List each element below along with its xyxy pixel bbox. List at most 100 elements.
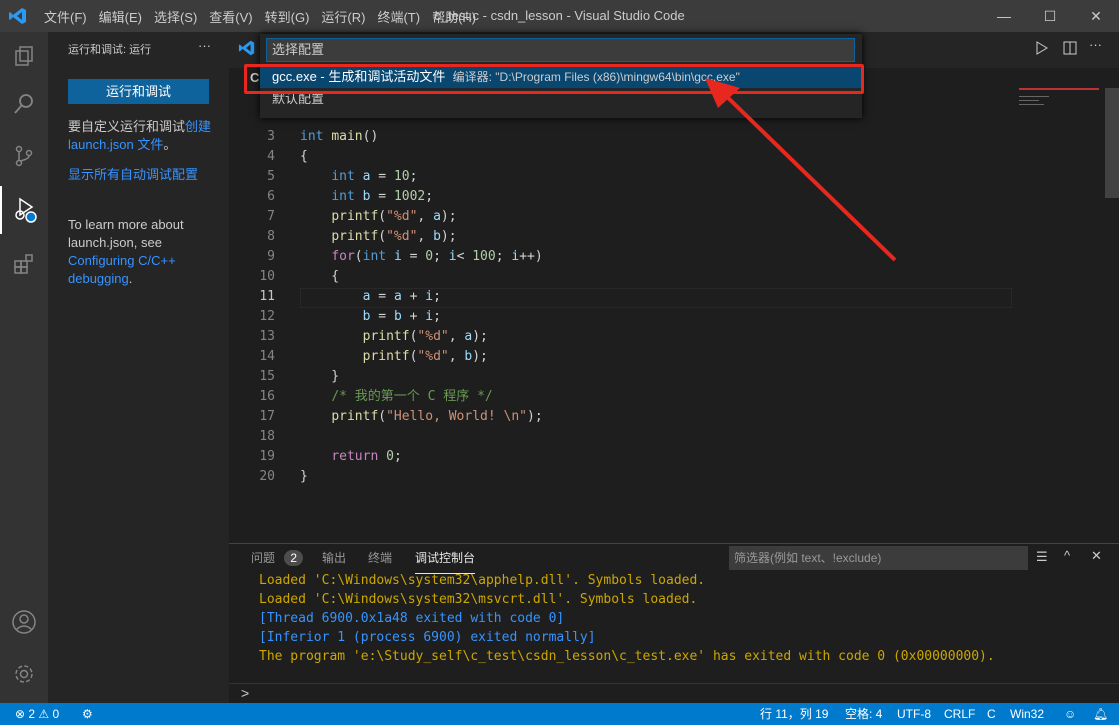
- console-line: The program 'e:\Study_self\c_test\csdn_l…: [259, 649, 995, 664]
- code-line: {: [300, 269, 340, 284]
- bottom-panel: 问题 2 输出 终端 调试控制台 筛选器(例如 text、!exclude) ☰…: [229, 543, 1119, 703]
- menu-selection[interactable]: 选择(S): [148, 7, 203, 26]
- line-number: 18: [259, 429, 275, 444]
- line-number: 20: [259, 469, 275, 484]
- title-bar: 文件(F) 编辑(E) 选择(S) 查看(V) 转到(G) 运行(R) 终端(T…: [0, 0, 1119, 32]
- notifications-bell-icon[interactable]: 🔔︎: [1093, 703, 1108, 725]
- more-actions-button[interactable]: ···: [198, 38, 211, 53]
- code-line: {: [300, 149, 308, 164]
- debug-status-icon[interactable]: ⚙: [82, 703, 93, 725]
- code-line: /* 我的第一个 C 程序 */: [331, 389, 493, 404]
- line-number: 16: [259, 389, 275, 404]
- extensions-icon[interactable]: [0, 240, 48, 288]
- code-line: printf("Hello, World! \n");: [331, 409, 543, 424]
- maximize-panel-icon[interactable]: ^: [1064, 548, 1070, 563]
- line-number: 4: [267, 149, 275, 164]
- line-number: 9: [267, 249, 275, 264]
- line-number: 6: [267, 189, 275, 204]
- menu-bar: 文件(F) 编辑(E) 选择(S) 查看(V) 转到(G) 运行(R) 终端(T…: [38, 7, 482, 26]
- line-number: 3: [267, 129, 275, 144]
- platform[interactable]: Win32: [1010, 703, 1044, 725]
- period: 。: [163, 137, 177, 152]
- line-ending[interactable]: CRLF: [944, 703, 975, 725]
- line-number: 17: [259, 409, 275, 424]
- menu-run[interactable]: 运行(R): [315, 7, 371, 26]
- code-line: }: [300, 469, 308, 484]
- code-line: int main(): [300, 129, 379, 144]
- code-line: printf("%d", b);: [362, 349, 488, 364]
- menu-edit[interactable]: 编辑(E): [93, 7, 148, 26]
- menu-help[interactable]: 帮助(H): [426, 7, 482, 26]
- search-icon[interactable]: [0, 80, 48, 128]
- filter-input[interactable]: 筛选器(例如 text、!exclude): [729, 546, 1028, 570]
- console-line: [Thread 6900.0x1a48 exited with code 0]: [259, 611, 565, 626]
- menu-go[interactable]: 转到(G): [259, 7, 316, 26]
- annotation-arrow-icon: [705, 78, 897, 262]
- line-number: 14: [259, 349, 275, 364]
- menu-view[interactable]: 查看(V): [203, 7, 258, 26]
- menu-terminal[interactable]: 终端(T): [371, 7, 426, 26]
- quick-pick-input[interactable]: 选择配置: [266, 38, 855, 62]
- code-line: int b = 1002;: [331, 189, 434, 204]
- run-debug-icon[interactable]: [0, 186, 48, 234]
- customize-text: 要自定义运行和调试创建 launch.json 文件。: [68, 118, 218, 154]
- line-number: 5: [267, 169, 275, 184]
- code-line: printf("%d", a);: [362, 329, 488, 344]
- show-all-debug-configs-text: 显示所有自动调试配置: [68, 166, 218, 184]
- menu-file[interactable]: 文件(F): [38, 7, 93, 26]
- learn-more-text: To learn more about launch.json, see Con…: [68, 216, 218, 288]
- line-number: 8: [267, 229, 275, 244]
- account-icon[interactable]: [0, 598, 48, 646]
- line-number: 11: [259, 289, 275, 304]
- problems-status[interactable]: ⊗ 2 ⚠ 0: [15, 703, 59, 725]
- line-number: 7: [267, 209, 275, 224]
- code-line: int a = 10;: [331, 169, 418, 184]
- code-line: a = a + i;: [362, 289, 441, 304]
- code-line: printf("%d", b);: [331, 229, 457, 244]
- period2: .: [128, 271, 133, 286]
- minimize-button[interactable]: —: [981, 0, 1027, 32]
- show-all-debug-configs-link[interactable]: 显示所有自动调试配置: [68, 167, 198, 182]
- collapse-all-icon[interactable]: ☰: [1036, 549, 1048, 565]
- code-line: for(int i = 0; i< 100; i++): [331, 249, 543, 264]
- tab-problems-label: 问题: [251, 551, 276, 565]
- warnings-count: 0: [52, 707, 60, 721]
- encoding[interactable]: UTF-8: [897, 703, 931, 725]
- activity-bar: [0, 32, 48, 703]
- console-line: Loaded 'C:\Windows\system32\apphelp.dll'…: [259, 573, 706, 588]
- close-panel-icon[interactable]: ✕: [1091, 548, 1102, 564]
- customize-label: 要自定义运行和调试: [68, 119, 186, 134]
- line-number: 15: [259, 369, 275, 384]
- problems-count-badge: 2: [284, 550, 304, 566]
- cursor-position[interactable]: 行 11，列 19: [760, 703, 828, 725]
- minimap[interactable]: [1019, 88, 1099, 128]
- run-debug-sidebar: 运行和调试: 运行 ··· 运行和调试 要自定义运行和调试创建 launch.j…: [48, 32, 229, 703]
- code-line: printf("%d", a);: [331, 209, 457, 224]
- vscode-logo-icon: [9, 8, 26, 24]
- code-line: return 0;: [331, 449, 402, 464]
- indentation[interactable]: 空格: 4: [845, 703, 882, 725]
- close-window-button[interactable]: ✕: [1073, 0, 1119, 32]
- editor-scrollbar[interactable]: [1105, 88, 1119, 198]
- console-input[interactable]: >: [241, 685, 249, 701]
- sidebar-header: 运行和调试: 运行: [68, 44, 152, 56]
- feedback-icon[interactable]: ☺: [1064, 703, 1076, 725]
- configuring-cpp-link[interactable]: Configuring C/C++ debugging: [68, 253, 176, 286]
- source-control-icon[interactable]: [0, 132, 48, 180]
- maximize-button[interactable]: ☐: [1027, 0, 1073, 32]
- settings-gear-icon[interactable]: [0, 650, 48, 698]
- run-icon[interactable]: [1034, 40, 1050, 56]
- run-and-debug-button[interactable]: 运行和调试: [68, 79, 209, 104]
- line-number: 10: [259, 269, 275, 284]
- vscode-logo-icon: [238, 40, 255, 56]
- code-line: }: [300, 369, 340, 384]
- line-number: 12: [259, 309, 275, 324]
- more-editor-actions[interactable]: ···: [1089, 37, 1102, 52]
- errors-count: 2: [28, 707, 36, 721]
- console-line: [Inferior 1 (process 6900) exited normal…: [259, 630, 596, 645]
- status-bar: ⊗ 2 ⚠ 0 ⚙ 行 11，列 19 空格: 4 UTF-8 CRLF C W…: [0, 703, 1119, 725]
- language-mode[interactable]: C: [987, 703, 996, 725]
- explorer-icon[interactable]: [0, 32, 48, 80]
- split-editor-icon[interactable]: [1062, 40, 1078, 56]
- line-number: 13: [259, 329, 275, 344]
